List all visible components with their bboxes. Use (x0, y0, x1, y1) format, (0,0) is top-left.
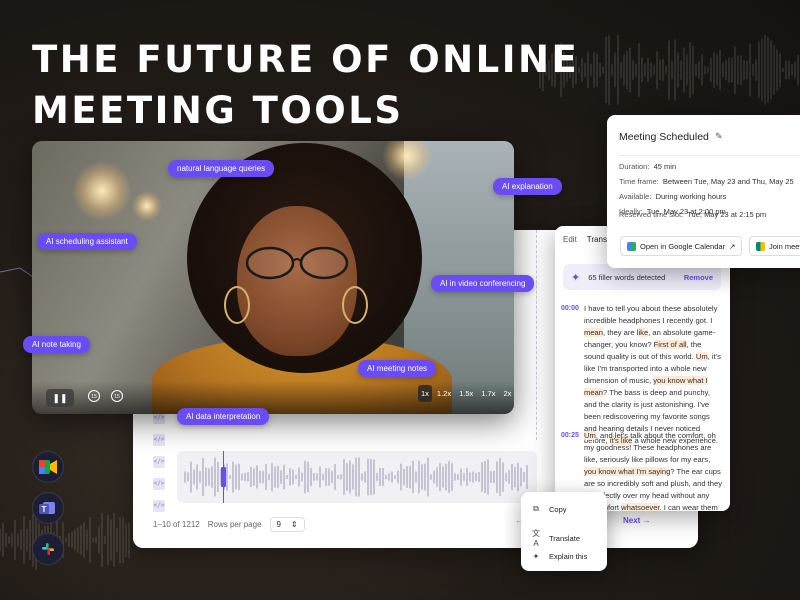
tag-ai-explanation: AI explanation (493, 178, 562, 195)
svg-text:15: 15 (114, 394, 120, 400)
meeting-detail-row: Available: During working hours (619, 192, 726, 201)
external-link-icon: ↗ (729, 241, 736, 251)
forward-icon[interactable]: 15 (110, 389, 124, 405)
detail-value: Between Tue, May 23 and Thu, May 25 (662, 177, 794, 186)
google-meet-icon (756, 241, 765, 251)
edit-pencil-icon[interactable]: ✎ (715, 131, 723, 142)
tag-ai-meeting-notes: AI meeting notes (358, 360, 437, 377)
detail-label: Available: (619, 192, 652, 201)
meeting-detail-row: Time frame: Between Tue, May 23 and Thu,… (619, 177, 794, 186)
tag-ai-note-taking: AI note taking (23, 336, 90, 353)
tag-ai-data-interpretation: AI data interpretation (177, 408, 270, 425)
sparkle-icon: ✦ (571, 271, 581, 284)
slack-icon[interactable] (32, 533, 64, 565)
timestamp[interactable]: 00:00 (561, 303, 579, 315)
timestamp[interactable]: 00:25 (561, 430, 579, 442)
pause-button[interactable]: ❚❚ (46, 389, 74, 407)
filler-words-count: 65 filler words detected (588, 272, 666, 282)
detail-value: Tue, May 23 at 2:15 pm (687, 210, 767, 219)
svg-text:T: T (42, 505, 47, 514)
context-menu: ⧉ Copy 文A Translate ✦ Explain this (521, 492, 607, 571)
code-file-icon[interactable]: </> (153, 478, 165, 490)
filler-word-highlight[interactable]: you know what I'm saying (584, 467, 671, 476)
speed-option[interactable]: 1.7x (478, 385, 498, 402)
background-light (132, 191, 162, 221)
google-meet-icon[interactable] (32, 451, 64, 483)
divider (619, 155, 800, 156)
pagination-bar: 1–10 of 1212 Rows per page 9 ⇕ (153, 517, 305, 532)
earring (224, 286, 250, 324)
detail-label: Duration: (619, 162, 650, 171)
speed-option[interactable]: 1.2x (434, 385, 454, 402)
detail-value: During working hours (655, 192, 727, 201)
tag-ai-video-conferencing: AI in video conferencing (431, 275, 535, 292)
translate-icon: 文A (532, 529, 540, 548)
calendar-button-label: Open in Google Calendar (640, 241, 726, 251)
menu-item-translate[interactable]: 文A Translate (531, 528, 580, 548)
svg-text:15: 15 (91, 394, 97, 400)
headline-line-2: MEETING TOOLS (32, 89, 404, 132)
range-label: 1–10 of 1212 (153, 520, 200, 529)
menu-label: Translate (549, 533, 580, 543)
next-page-button[interactable]: Next → (623, 516, 651, 525)
copy-icon: ⧉ (533, 504, 539, 513)
filler-word-highlight[interactable]: First of all (653, 340, 687, 349)
background-light (72, 161, 132, 221)
code-file-icon[interactable]: </> (153, 434, 165, 446)
rows-per-page-value: 9 (276, 520, 281, 529)
menu-label: Copy (549, 504, 567, 514)
detail-value: 45 min (653, 162, 677, 171)
join-button-label: Join meet (769, 241, 800, 251)
filler-word-highlight[interactable]: like (636, 328, 649, 337)
menu-item-copy[interactable]: ⧉ Copy (531, 504, 567, 514)
google-calendar-icon (627, 241, 636, 251)
rows-per-page-stepper[interactable]: 9 ⇕ (269, 517, 305, 532)
headline-line-1: THE FUTURE OF ONLINE (32, 38, 580, 81)
tag-ai-scheduling-assistant: AI scheduling assistant (37, 233, 137, 250)
transcript-segment: I have to tell you about these absolutel… (584, 304, 718, 325)
sparkle-icon: ✦ (532, 552, 540, 561)
audio-waveform (184, 451, 528, 503)
filler-word-highlight[interactable]: Um (695, 352, 708, 361)
code-file-icon[interactable]: </> (153, 456, 165, 468)
meeting-title: Meeting Scheduled (619, 131, 709, 143)
transcript-segment: , and let's talk about the comfort, oh m… (584, 431, 716, 464)
transcript-panel: Edit Transc ✦ 65 filler words detected R… (555, 226, 730, 511)
earring (342, 286, 368, 324)
transcript-segment: , they are (603, 328, 637, 337)
rewind-icon[interactable]: 15 (87, 389, 101, 405)
headline: THE FUTURE OF ONLINE MEETING TOOLS (32, 34, 592, 136)
detail-label: Time frame: (619, 177, 659, 186)
speed-option[interactable]: 2x (500, 385, 514, 402)
meeting-scheduled-card: Meeting Scheduled ✎ Duration: 45 min Tim… (607, 115, 800, 268)
menu-label: Explain this (549, 552, 588, 561)
rows-per-page-label: Rows per page (207, 520, 262, 529)
meeting-detail-row: Duration: 45 min (619, 162, 676, 171)
audio-waveform-track[interactable] (177, 451, 537, 503)
filler-word-highlight[interactable]: whatsoever (621, 503, 660, 511)
detail-label: Reserved time slot: (619, 210, 684, 219)
person-face (237, 206, 357, 356)
person-glasses (245, 246, 349, 280)
tag-natural-language-queries: natural language queries (168, 160, 275, 177)
open-google-calendar-button[interactable]: Open in Google Calendar ↗ (620, 236, 743, 256)
code-file-icon[interactable]: </> (153, 500, 165, 512)
upload-drop-zone[interactable] (513, 230, 537, 440)
tab-edit[interactable]: Edit (563, 235, 577, 244)
microsoft-teams-icon[interactable]: T (32, 492, 64, 524)
menu-item-explain[interactable]: ✦ Explain this (531, 552, 588, 561)
file-row-icons: </> </> </> </> </> (153, 412, 165, 522)
transcript-tabs: Edit Transc (563, 235, 611, 244)
speed-option[interactable]: 1.5x (456, 385, 476, 402)
transcript-text[interactable]: I have to tell you about these absolutel… (584, 303, 724, 447)
filler-word-highlight[interactable]: mean (584, 328, 603, 337)
meeting-detail-row: Reserved time slot: Tue, May 23 at 2:15 … (619, 210, 766, 219)
playback-speed-selector: 1x 1.2x 1.5x 1.7x 2x (418, 385, 514, 402)
remove-filler-button[interactable]: Remove (684, 273, 713, 282)
filler-word-highlight[interactable]: Um (584, 431, 596, 440)
join-meet-button[interactable]: Join meet (749, 236, 800, 256)
stepper-icon: ⇕ (290, 520, 298, 529)
speed-option[interactable]: 1x (418, 385, 432, 402)
